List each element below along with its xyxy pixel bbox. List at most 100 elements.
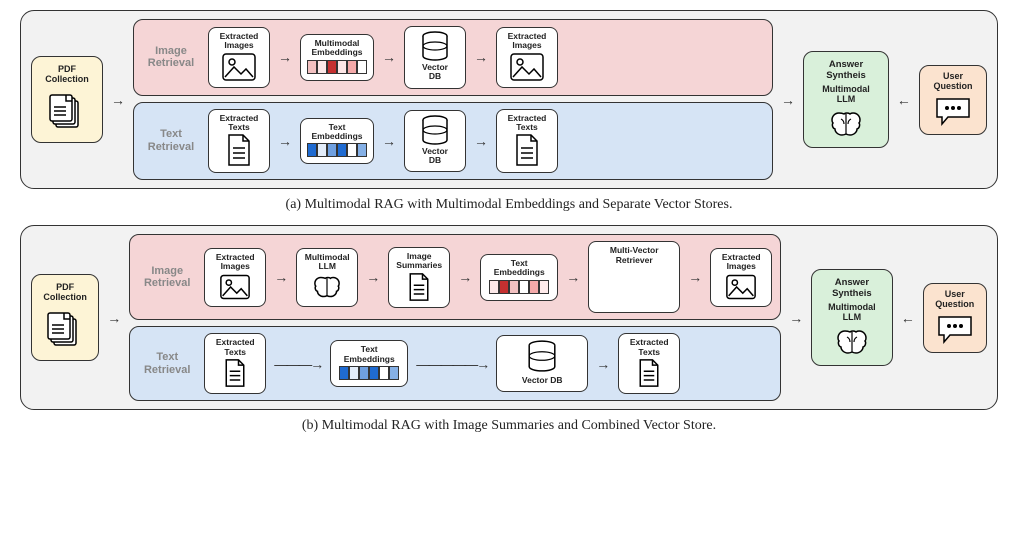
brain-icon <box>312 274 342 300</box>
pdf-collection-label: PDFCollection <box>38 283 92 303</box>
extracted-images-card-2: ExtractedImages <box>496 27 558 88</box>
arrow-icon: —————→ <box>416 356 488 372</box>
extracted-texts-card-2: ExtractedTexts <box>618 333 680 394</box>
extracted-images-card-2: ExtractedImages <box>710 248 772 307</box>
arrow-icon: → <box>107 310 121 326</box>
card-label: ExtractedTexts <box>508 114 547 133</box>
image-icon <box>726 274 756 300</box>
image-retrieval-row: ImageRetrieval ExtractedImages → Multimo… <box>133 19 773 96</box>
arrow-icon: → <box>382 133 396 149</box>
chat-icon <box>936 314 974 344</box>
pdf-stack-icon <box>44 307 86 349</box>
card-label: TextEmbeddings <box>494 259 545 278</box>
figure-a: PDFCollection → ImageRetrieval Extracted… <box>20 10 998 213</box>
answer-sublabel: MultimodalLLM <box>828 303 876 323</box>
card-label: ExtractedTexts <box>630 338 669 357</box>
card-label: ExtractedImages <box>220 32 259 51</box>
document-icon <box>226 134 252 166</box>
image-retrieval-row: ImageRetrieval ExtractedImages → Multimo… <box>129 234 781 320</box>
user-question-box: UserQuestion <box>919 65 987 135</box>
arrow-icon: → <box>566 269 580 285</box>
arrow-icon: → <box>382 49 396 65</box>
pdf-stack-icon <box>46 89 88 131</box>
answer-label: AnswerSyntheis <box>832 278 872 299</box>
chat-icon <box>934 96 972 126</box>
extracted-texts-card: ExtractedTexts <box>208 109 270 174</box>
text-embeddings-card: TextEmbeddings <box>480 254 558 301</box>
retrieval-stack-b: ImageRetrieval ExtractedImages → Multimo… <box>129 234 781 401</box>
arrow-icon: → <box>278 49 292 65</box>
arrow-icon: → <box>366 269 380 285</box>
arrow-icon: → <box>781 92 795 108</box>
arrow-icon: → <box>278 133 292 149</box>
card-label: Multi-VectorRetriever <box>610 246 659 265</box>
image-summaries-card: ImageSummaries <box>388 247 450 308</box>
text-retrieval-row: TextRetrieval ExtractedTexts → TextEmbed… <box>133 102 773 181</box>
brain-icon <box>835 327 869 357</box>
pdf-collection-box: PDFCollection <box>31 274 99 361</box>
extracted-texts-card-2: ExtractedTexts <box>496 109 558 174</box>
extracted-images-card: ExtractedImages <box>208 27 270 88</box>
database-icon <box>421 31 449 61</box>
arrow-icon: → <box>111 92 125 108</box>
image-retrieval-label: ImageRetrieval <box>138 265 196 290</box>
text-retrieval-label: TextRetrieval <box>142 128 200 153</box>
embedding-strip-icon <box>307 143 367 157</box>
card-label: Vector DB <box>522 376 563 385</box>
document-icon <box>514 134 540 166</box>
multimodal-embeddings-card: MultimodalEmbeddings <box>300 34 374 81</box>
arrow-icon: → <box>474 49 488 65</box>
answer-label: AnswerSyntheis <box>826 60 866 81</box>
extracted-images-card: ExtractedImages <box>204 248 266 307</box>
arrow-icon: ———→ <box>274 356 322 372</box>
user-question-box: UserQuestion <box>923 283 987 353</box>
embedding-strip-icon <box>307 60 367 74</box>
multi-vector-retriever-card: Multi-VectorRetriever <box>588 241 680 313</box>
vector-db-card: VectorDB <box>404 26 466 89</box>
card-label: ExtractedImages <box>216 253 255 272</box>
arrow-icon: → <box>458 269 472 285</box>
card-label: ExtractedImages <box>508 32 547 51</box>
user-question-label: UserQuestion <box>933 72 972 92</box>
figure-a-caption: (a) Multimodal RAG with Multimodal Embed… <box>20 197 998 213</box>
card-label: TextEmbeddings <box>311 123 362 142</box>
arrow-icon: → <box>596 356 610 372</box>
database-icon <box>421 115 449 145</box>
card-label: ImageSummaries <box>396 252 442 271</box>
arrow-icon: → <box>474 133 488 149</box>
database-icon <box>527 340 557 372</box>
card-label: ExtractedTexts <box>216 338 255 357</box>
answer-sublabel: MultimodalLLM <box>822 85 870 105</box>
extracted-texts-card: ExtractedTexts <box>204 333 266 394</box>
combined-vector-db-card: Vector DB <box>496 335 588 392</box>
pdf-collection-label: PDFCollection <box>38 65 96 85</box>
card-label: TextEmbeddings <box>344 345 395 364</box>
figure-b-caption: (b) Multimodal RAG with Image Summaries … <box>20 418 998 434</box>
text-embeddings-card: TextEmbeddings <box>330 340 408 387</box>
multimodal-llm-card: MultimodalLLM <box>296 248 358 307</box>
card-label: VectorDB <box>422 147 448 166</box>
arrow-icon: → <box>688 269 702 285</box>
pdf-collection-box: PDFCollection <box>31 56 103 143</box>
image-icon <box>222 53 256 81</box>
text-retrieval-label: TextRetrieval <box>138 351 196 376</box>
retrieval-stack-a: ImageRetrieval ExtractedImages → Multimo… <box>133 19 773 180</box>
arrow-icon: → <box>274 269 288 285</box>
card-label: MultimodalLLM <box>305 253 350 272</box>
user-question-label: UserQuestion <box>935 290 974 310</box>
vector-db-card-2: VectorDB <box>404 110 466 173</box>
text-embeddings-card: TextEmbeddings <box>300 118 374 165</box>
arrow-icon: → <box>897 92 911 108</box>
brain-icon <box>829 109 863 139</box>
image-retrieval-label: ImageRetrieval <box>142 45 200 70</box>
answer-synthesis-box: AnswerSyntheis MultimodalLLM <box>803 51 889 148</box>
image-icon <box>510 53 544 81</box>
card-label: MultimodalEmbeddings <box>311 39 362 58</box>
figure-b-container: PDFCollection → ImageRetrieval Extracted… <box>20 225 998 410</box>
image-icon <box>220 274 250 300</box>
embedding-strip-icon <box>339 366 399 380</box>
figure-b: PDFCollection → ImageRetrieval Extracted… <box>20 225 998 434</box>
document-icon <box>637 359 661 387</box>
answer-synthesis-box: AnswerSyntheis MultimodalLLM <box>811 269 892 366</box>
embedding-strip-icon <box>489 280 549 294</box>
